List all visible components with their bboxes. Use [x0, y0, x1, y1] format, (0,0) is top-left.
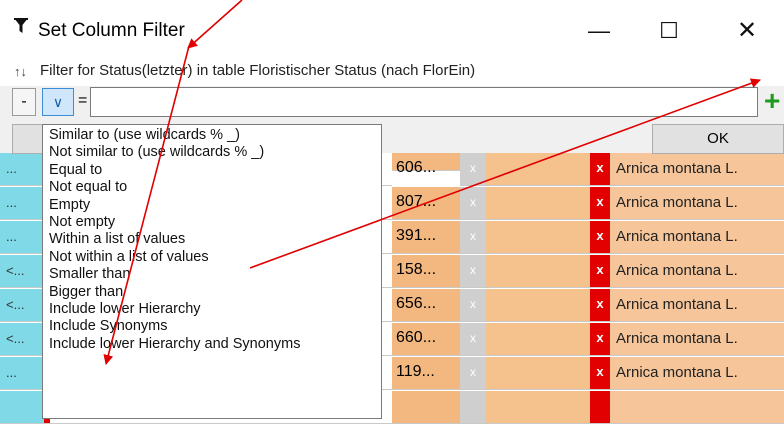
row-number-cell: 660...	[392, 323, 460, 356]
operator-dropdown-button[interactable]: ∨	[42, 88, 74, 116]
row-taxon-name: Arnica montana L.	[610, 289, 784, 322]
row-taxon-name	[610, 391, 784, 424]
row-number-cell: 606...	[392, 153, 460, 176]
row-taxon-name: Arnica montana L.	[610, 357, 784, 390]
row-gray-x: x	[460, 289, 486, 322]
row-gray-x: x	[460, 187, 486, 220]
minimize-button[interactable]: —	[576, 14, 622, 48]
row-flag-x: x	[590, 221, 610, 254]
row-status-cell	[486, 153, 590, 186]
row-flag-x: x	[590, 187, 610, 220]
add-icon[interactable]: +	[764, 87, 780, 115]
operator-option[interactable]: Include lower Hierarchy and Synonyms	[43, 336, 381, 353]
row-flag-x: x	[590, 323, 610, 356]
row-number-cell: 391...	[392, 221, 460, 254]
row-taxon-name: Arnica montana L.	[610, 255, 784, 288]
row-dots-cell[interactable]: <...	[0, 323, 44, 356]
row-gray-x: x	[460, 153, 486, 186]
row-flag-x: x	[590, 153, 610, 186]
row-status-cell	[486, 289, 590, 322]
operator-option[interactable]: Include Synonyms	[43, 318, 381, 335]
row-number-cell: 158...	[392, 255, 460, 288]
operator-option[interactable]: Bigger than	[43, 284, 381, 301]
row-dots-cell[interactable]: ...	[0, 221, 44, 254]
operator-option[interactable]: Not within a list of values	[43, 249, 381, 266]
row-status-cell	[486, 255, 590, 288]
row-dots-cell[interactable]: ...	[0, 357, 44, 390]
remove-filter-button[interactable]: -	[12, 88, 36, 116]
row-taxon-name: Arnica montana L.	[610, 153, 784, 186]
operator-option[interactable]: Equal to	[43, 162, 381, 179]
row-status-cell	[486, 391, 590, 424]
row-dots-cell[interactable]: ...	[0, 187, 44, 220]
funnel-icon	[14, 18, 28, 39]
dialog-title: Set Column Filter	[38, 20, 185, 41]
title-bar[interactable]: Set Column Filter — ☐ ✕	[0, 0, 784, 62]
operator-option[interactable]: Not similar to (use wildcards % _)	[43, 144, 381, 161]
operator-option[interactable]: Within a list of values	[43, 231, 381, 248]
row-status-cell	[486, 187, 590, 220]
row-taxon-name: Arnica montana L.	[610, 187, 784, 220]
row-dots-cell[interactable]: <...	[0, 255, 44, 288]
operator-symbol: =	[78, 92, 88, 109]
operator-option[interactable]: Include lower Hierarchy	[43, 301, 381, 318]
row-dots-cell[interactable]: <...	[0, 289, 44, 322]
row-taxon-name: Arnica montana L.	[610, 221, 784, 254]
row-gray-x: x	[460, 255, 486, 288]
row-status-cell	[486, 357, 590, 390]
row-gray-x: x	[460, 221, 486, 254]
operator-option[interactable]: Empty	[43, 197, 381, 214]
row-status-cell	[486, 323, 590, 356]
operator-option[interactable]: Not empty	[43, 214, 381, 231]
row-dots-cell[interactable]	[0, 391, 44, 424]
operator-list[interactable]: Similar to (use wildcards % _) Not simil…	[42, 124, 382, 419]
row-gray-x: x	[460, 357, 486, 390]
filter-value-input[interactable]	[90, 87, 758, 117]
sort-icon[interactable]: ↑↓	[14, 64, 27, 79]
operator-option[interactable]: Similar to (use wildcards % _)	[43, 125, 381, 144]
row-flag-x: x	[590, 255, 610, 288]
row-flag-x: x	[590, 289, 610, 322]
row-dots-cell[interactable]: ...	[0, 153, 44, 186]
maximize-button[interactable]: ☐	[646, 14, 692, 48]
row-number-cell: 656...	[392, 289, 460, 322]
row-number-cell: 119...	[392, 357, 460, 390]
row-flag-x: x	[590, 357, 610, 390]
row-status-cell	[486, 221, 590, 254]
operator-option[interactable]: Smaller than	[43, 266, 381, 283]
row-gray-x	[460, 391, 486, 424]
operator-option[interactable]: Not equal to	[43, 179, 381, 196]
row-flag-x	[590, 391, 610, 424]
chevron-down-icon: ∨	[52, 94, 64, 110]
row-taxon-name: Arnica montana L.	[610, 323, 784, 356]
ok-button[interactable]: OK	[652, 124, 784, 154]
filter-description: Filter for Status(letzter) in table Flor…	[40, 62, 476, 79]
row-gray-x: x	[460, 323, 486, 356]
close-button[interactable]: ✕	[724, 14, 770, 48]
row-number-cell: 807...	[392, 187, 460, 220]
row-number-cell	[392, 391, 460, 424]
